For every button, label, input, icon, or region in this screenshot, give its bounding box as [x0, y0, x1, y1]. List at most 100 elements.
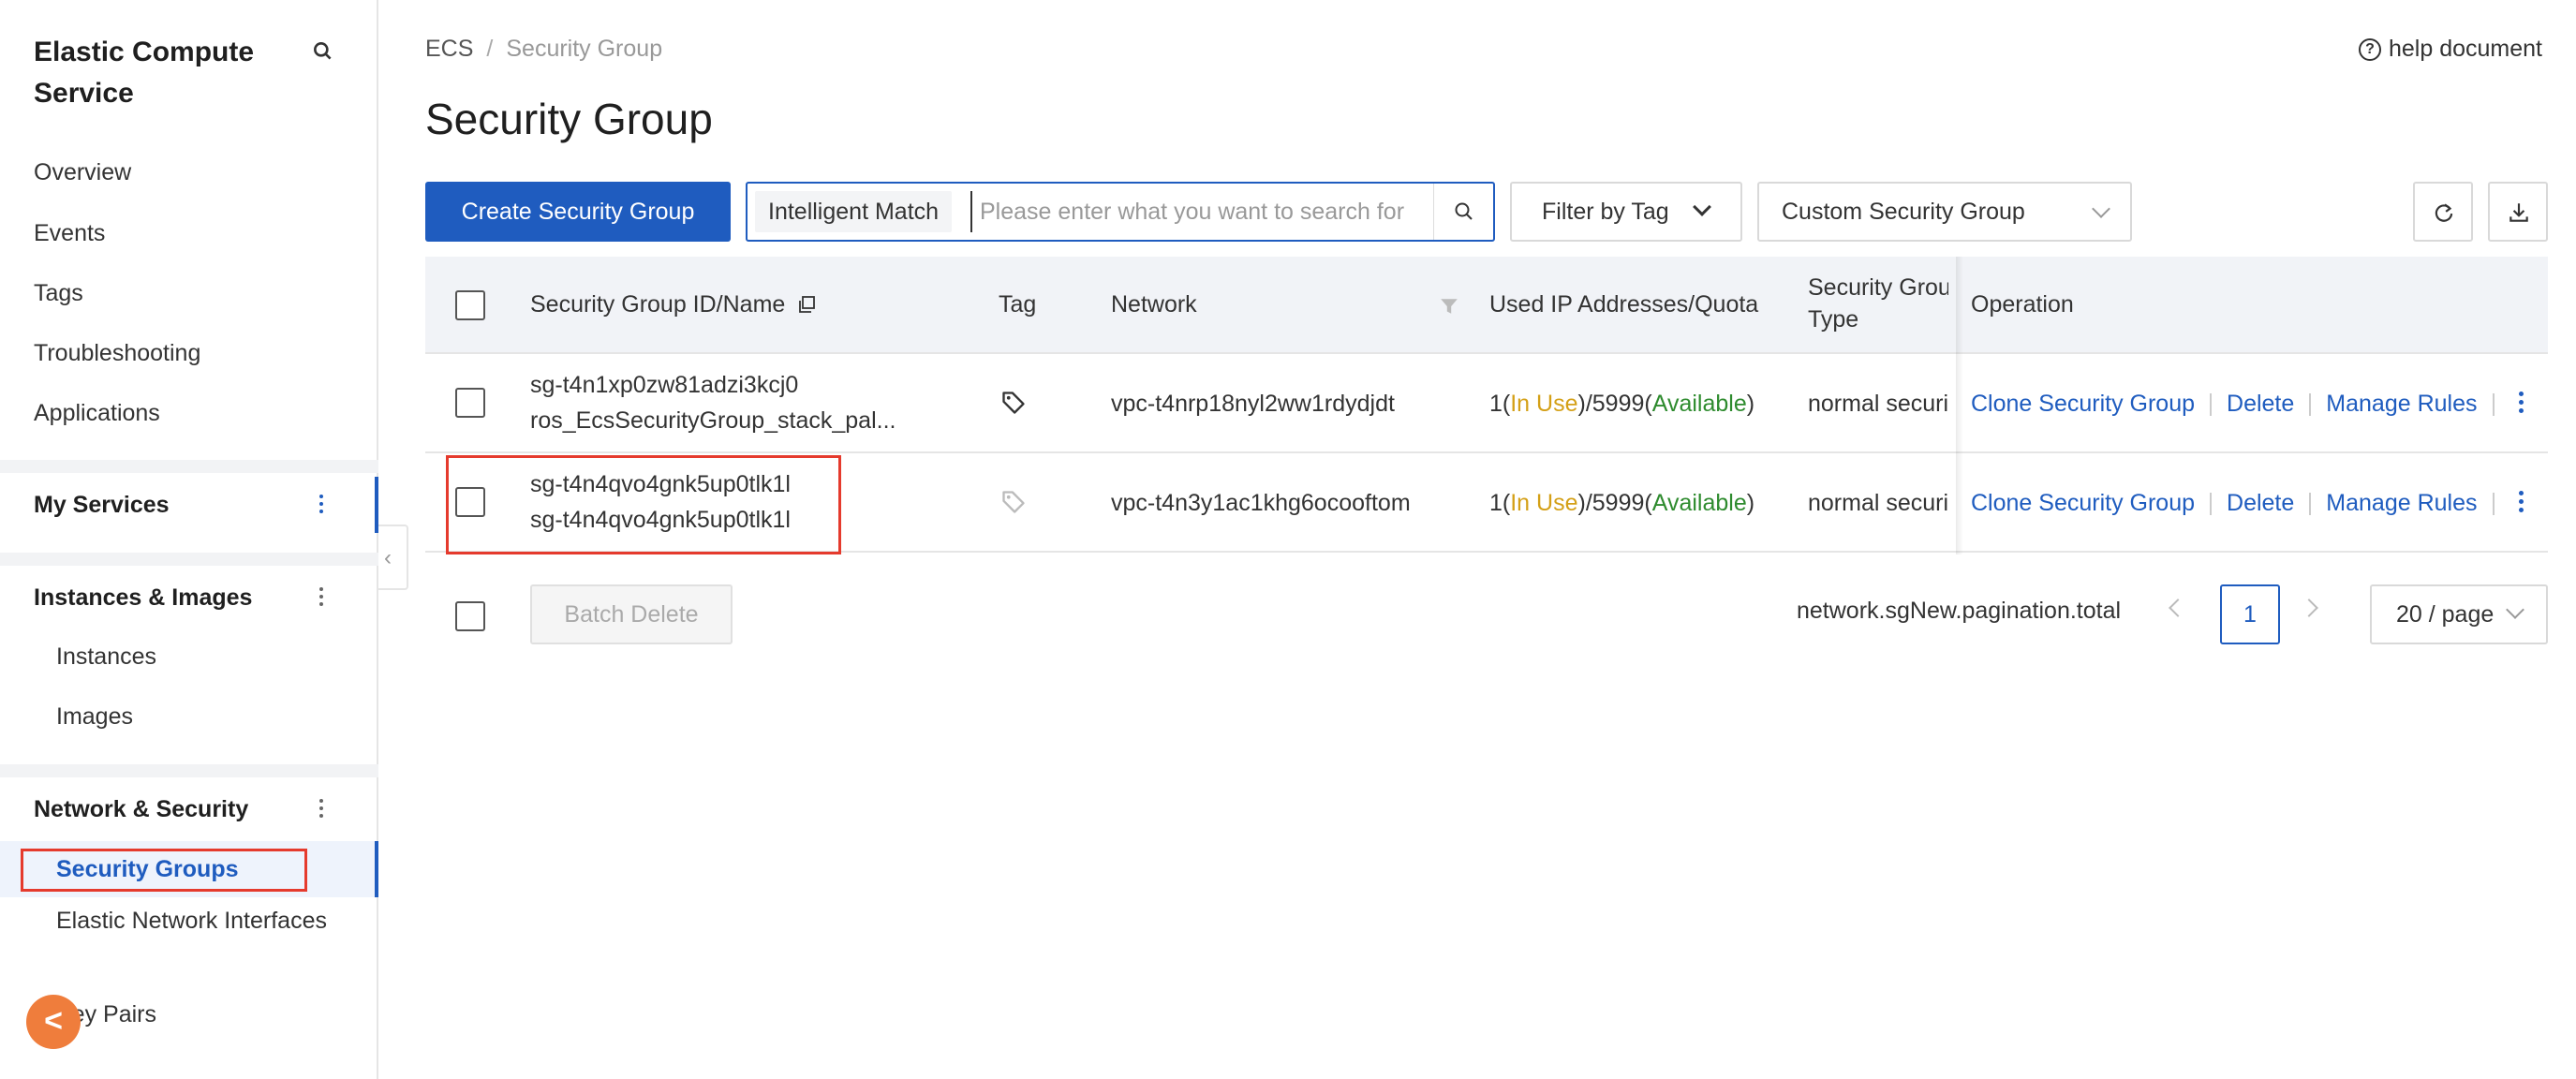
- breadcrumb-separator: /: [486, 36, 494, 62]
- search-input[interactable]: [970, 191, 1411, 232]
- batch-delete-button[interactable]: Batch Delete: [530, 584, 733, 644]
- sidebar-item-images[interactable]: Images: [56, 702, 133, 732]
- column-header-type-line2: Type: [1808, 306, 1859, 333]
- column-header-id-name-label: Security Group ID/Name: [530, 291, 786, 318]
- row-checkbox[interactable]: [455, 388, 485, 418]
- sidebar-group-network-security[interactable]: Network & Security: [34, 794, 248, 824]
- column-header-network: Network: [1111, 291, 1197, 318]
- copy-icon[interactable]: [797, 295, 816, 314]
- delete-link[interactable]: Delete: [2227, 391, 2294, 417]
- help-document-link[interactable]: ? help document: [2358, 36, 2542, 63]
- chevron-down-icon: [2092, 200, 2110, 218]
- manage-rules-link[interactable]: Manage Rules: [2326, 391, 2477, 417]
- table-row: sg-t4n1xp0zw81adzi3kcj0 ros_EcsSecurityG…: [425, 354, 2548, 453]
- network-vpc-link[interactable]: vpc-t4n3y1ac1khg6ocooftom: [1111, 487, 1411, 519]
- sidebar-item-overview[interactable]: Overview: [34, 157, 131, 187]
- search-icon[interactable]: [311, 39, 335, 64]
- next-page-icon[interactable]: [2300, 599, 2318, 617]
- tag-icon[interactable]: [1000, 489, 1027, 515]
- divider: [2492, 493, 2495, 516]
- chevron-down-icon: [1693, 198, 1711, 216]
- more-icon[interactable]: [318, 587, 324, 610]
- highlight-box: [21, 849, 307, 892]
- highlight-box: [446, 455, 841, 554]
- group-type-value: Custom Security Group: [1782, 198, 2025, 225]
- divider: [2210, 393, 2213, 417]
- page-size-value: 20 / page: [2396, 601, 2495, 628]
- clone-security-group-link[interactable]: Clone Security Group: [1971, 490, 2195, 516]
- used-ip-quota: 1(In Use)/5999(Available): [1489, 388, 1754, 420]
- page-size-select[interactable]: 20 / page: [2370, 584, 2548, 644]
- pagination-total: network.sgNew.pagination.total: [1797, 598, 2122, 624]
- sidebar-item-instances[interactable]: Instances: [56, 642, 156, 672]
- chevron-down-icon: [2506, 600, 2524, 619]
- page-title: Security Group: [425, 95, 713, 143]
- network-vpc-link[interactable]: vpc-t4nrp18nyl2ww1rdydjdt: [1111, 388, 1395, 420]
- in-use-label: In Use: [1510, 391, 1578, 417]
- search-button[interactable]: [1433, 184, 1493, 240]
- column-header-id-name: Security Group ID/Name: [530, 288, 816, 320]
- security-group-name: ros_EcsSecurityGroup_stack_pal...: [530, 407, 896, 434]
- refresh-button[interactable]: [2413, 182, 2473, 242]
- select-all-checkbox[interactable]: [455, 290, 485, 320]
- column-header-type-line1: Security Grou: [1808, 274, 1948, 301]
- sticky-column-shadow: [1956, 257, 1963, 554]
- security-group-id-link[interactable]: sg-t4n1xp0zw81adzi3kcj0: [530, 369, 798, 401]
- closing-paren: ): [1746, 391, 1755, 417]
- more-icon[interactable]: [318, 495, 324, 517]
- group-type-select[interactable]: Custom Security Group: [1757, 182, 2132, 242]
- prev-page-icon[interactable]: [2169, 599, 2187, 617]
- used-ip-count: 1(: [1489, 391, 1511, 417]
- available-label: Available: [1651, 391, 1747, 417]
- closing-paren: ): [1746, 490, 1755, 516]
- filter-icon[interactable]: [1439, 296, 1459, 317]
- breadcrumb: ECS / Security Group: [425, 36, 662, 63]
- download-icon: [2509, 203, 2528, 222]
- filter-by-tag-dropdown[interactable]: Filter by Tag: [1510, 182, 1742, 242]
- in-use-label: In Use: [1510, 490, 1578, 516]
- available-label: Available: [1651, 490, 1747, 516]
- more-icon[interactable]: [318, 799, 324, 821]
- search-icon: [1455, 202, 1473, 220]
- security-group-type: normal securit: [1808, 490, 1948, 516]
- column-header-type: Security Grou Type: [1808, 272, 1948, 335]
- quota-count: )/5999(: [1577, 490, 1652, 516]
- sidebar-item-eni[interactable]: Elastic Network Interfaces: [56, 902, 337, 939]
- more-actions-icon[interactable]: [2518, 392, 2524, 418]
- column-header-operation: Operation: [1971, 291, 2074, 318]
- help-label: help document: [2388, 36, 2542, 62]
- more-actions-icon[interactable]: [2518, 491, 2524, 517]
- table-header: Security Group ID/Name Tag Network Used …: [425, 257, 2548, 354]
- assistant-fab[interactable]: <: [26, 995, 81, 1049]
- sidebar-item-applications[interactable]: Applications: [34, 398, 160, 428]
- help-icon: ?: [2358, 37, 2381, 61]
- chevron-left-icon: ‹: [384, 545, 392, 570]
- tag-icon[interactable]: [1000, 390, 1027, 416]
- row-operations: Clone Security Group Delete Manage Rules: [1971, 388, 2509, 420]
- refresh-icon: [2435, 203, 2453, 222]
- divider: [2492, 393, 2495, 417]
- select-all-footer-checkbox[interactable]: [455, 601, 485, 631]
- collapse-sidebar-handle[interactable]: ‹: [378, 525, 408, 590]
- breadcrumb-root[interactable]: ECS: [425, 36, 473, 62]
- divider: [2210, 493, 2213, 516]
- sidebar-item-events[interactable]: Events: [34, 218, 105, 248]
- search-type-select[interactable]: Intelligent Match: [755, 191, 953, 232]
- search-box: Intelligent Match: [746, 182, 1495, 242]
- sidebar-item-tags[interactable]: Tags: [34, 278, 83, 308]
- sidebar-group-instances-images[interactable]: Instances & Images: [34, 583, 252, 613]
- column-header-used-ip: Used IP Addresses/Quota: [1489, 291, 1759, 318]
- divider: [2309, 393, 2312, 417]
- delete-link[interactable]: Delete: [2227, 490, 2294, 516]
- manage-rules-link[interactable]: Manage Rules: [2326, 490, 2477, 516]
- column-header-tag: Tag: [999, 291, 1037, 318]
- create-security-group-button[interactable]: Create Security Group: [425, 182, 731, 242]
- used-ip-count: 1(: [1489, 490, 1511, 516]
- divider: [0, 764, 378, 777]
- page-number-current[interactable]: 1: [2220, 584, 2280, 644]
- sidebar-group-my-services[interactable]: My Services: [34, 490, 170, 520]
- sidebar-item-troubleshooting[interactable]: Troubleshooting: [34, 338, 200, 368]
- clone-security-group-link[interactable]: Clone Security Group: [1971, 391, 2195, 417]
- download-button[interactable]: [2488, 182, 2548, 242]
- divider: [0, 460, 378, 473]
